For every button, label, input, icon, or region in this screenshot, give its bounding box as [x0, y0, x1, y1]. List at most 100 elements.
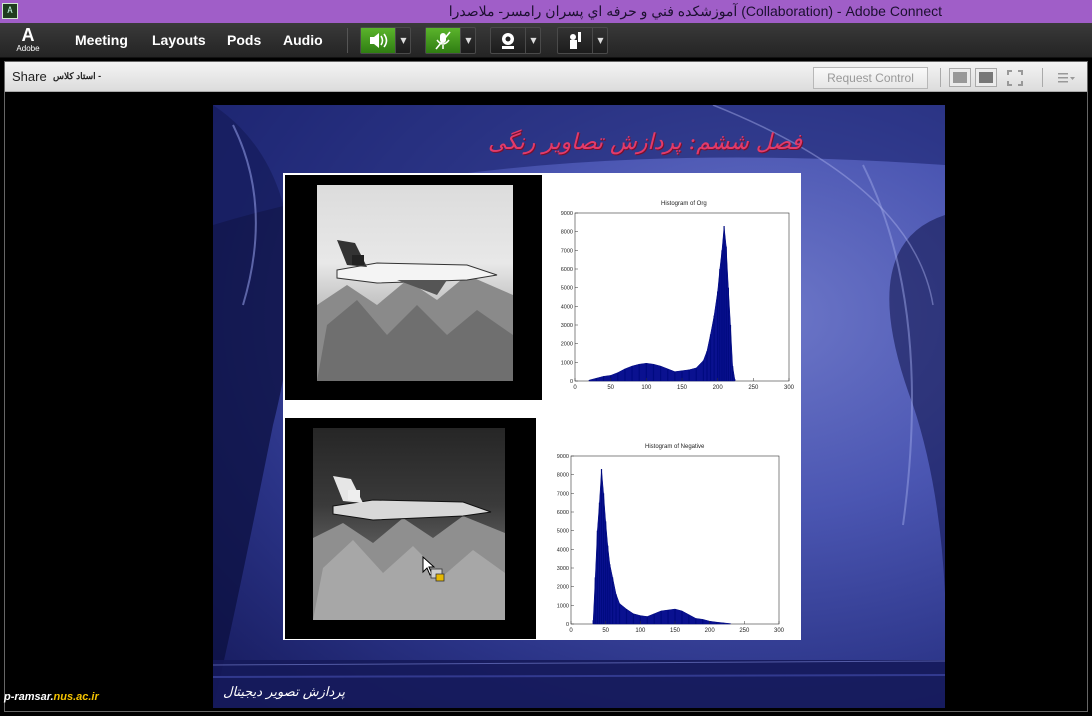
y-tick-label: 1000 — [557, 603, 569, 609]
webcam-button[interactable] — [491, 28, 525, 53]
y-tick-label: 6000 — [557, 510, 569, 516]
x-tick-label: 100 — [641, 385, 652, 391]
slide-title: فصل ششم: پردازش تصاویر رنگی — [488, 130, 803, 155]
histogram-bar — [702, 619, 704, 624]
histogram-bar — [607, 545, 609, 624]
x-tick-label: 50 — [607, 385, 614, 391]
speaker-button[interactable] — [361, 28, 395, 53]
adobe-connect-icon[interactable]: A — [2, 3, 18, 19]
menu-meeting[interactable]: Meeting — [75, 32, 128, 48]
microphone-button[interactable] — [426, 28, 460, 53]
histogram-bar — [602, 376, 605, 381]
x-tick-label: 0 — [573, 385, 577, 391]
x-tick-label: 50 — [602, 628, 609, 634]
menu-layouts[interactable]: Layouts — [152, 32, 206, 48]
webcam-dropdown[interactable]: ▼ — [525, 28, 541, 53]
histogram-bar — [729, 325, 732, 381]
histogram-bar — [638, 364, 640, 381]
histogram-bar — [688, 614, 690, 624]
x-tick-label: 300 — [774, 628, 785, 634]
menu-separator — [347, 28, 348, 53]
request-control-button[interactable]: Request Control — [813, 67, 928, 89]
y-tick-label: 4000 — [557, 547, 569, 553]
actual-size-glyph — [979, 72, 993, 83]
webcam-control[interactable]: ▼ — [490, 27, 541, 54]
menu-audio[interactable]: Audio — [283, 32, 323, 48]
y-tick-label: 5000 — [557, 529, 569, 535]
x-tick-label: 200 — [713, 385, 724, 391]
speaker-dropdown[interactable]: ▼ — [395, 28, 411, 53]
shared-slide: فصل ششم: پردازش تصاویر رنگی Histogram of… — [213, 105, 945, 708]
histogram-bar — [719, 269, 721, 381]
histogram-bar — [732, 366, 734, 381]
actual-size-icon[interactable] — [975, 68, 997, 87]
histogram-org-title: Histogram of Org — [661, 201, 707, 207]
histogram-bar — [706, 351, 708, 381]
histogram-bar — [595, 378, 597, 381]
x-tick-label: 200 — [705, 628, 716, 634]
fit-to-window-glyph — [953, 72, 967, 83]
histogram-bar — [617, 372, 619, 381]
histogram-bar — [695, 367, 697, 381]
status-dropdown[interactable]: ▼ — [592, 28, 608, 53]
x-tick-label: 250 — [748, 385, 759, 391]
histogram-bar — [717, 291, 719, 381]
microphone-dropdown[interactable]: ▼ — [460, 28, 476, 53]
histogram-bar — [598, 502, 601, 624]
histogram-bar — [624, 368, 626, 381]
adobe-logo-text: Adobe — [16, 44, 40, 53]
watermark-domain: nus.ac.ir — [53, 691, 99, 703]
histogram-bar — [612, 577, 614, 624]
histogram-bar — [695, 618, 697, 624]
negative-image-art — [313, 476, 505, 620]
histogram-bar — [625, 609, 628, 624]
presenter-cursor-icon — [422, 556, 445, 582]
status-control[interactable]: ▼ — [557, 27, 608, 54]
negative-image-frame — [285, 418, 536, 639]
plot-frame — [574, 212, 790, 382]
y-tick-label: 0 — [570, 379, 573, 385]
histogram-bar — [602, 493, 605, 624]
histogram-bar — [734, 379, 736, 381]
menu-pods[interactable]: Pods — [227, 32, 261, 48]
histogram-bar — [723, 226, 725, 381]
x-tick-label: 150 — [670, 628, 681, 634]
speaker-control[interactable]: ▼ — [360, 27, 411, 54]
histogram-negative-chart: Histogram of Negative 0 50 100 150 200 250 300… — [545, 438, 799, 638]
fit-to-window-icon[interactable] — [949, 68, 971, 87]
share-pod-header: Share استاد کلاس - Request Control — [5, 62, 1087, 92]
microphone-control[interactable]: ▼ — [425, 27, 476, 54]
histogram-org-chart: Histogram of Org 0 50 100 150 200 250 300 0 1000… — [545, 193, 799, 393]
site-watermark: p-ramsar.nus.ac.ir — [4, 691, 99, 703]
window-titlebar: A آموزشکده فني و حرفه اي پسران رامسر- مل… — [0, 0, 1092, 23]
histogram-bar — [588, 380, 590, 381]
histogram-bar — [609, 564, 611, 624]
histogram-bar — [725, 246, 727, 381]
histogram-bar — [594, 577, 596, 624]
histogram-bar — [722, 622, 725, 624]
pod-title: Share — [12, 69, 47, 84]
histogram-bar — [596, 530, 598, 624]
histogram-negative-title: Histogram of Negative — [645, 444, 705, 450]
content-panel: Histogram of Org 0 50 100 150 200 250 300 0 1000… — [283, 173, 801, 640]
y-tick-label: 7000 — [557, 491, 569, 497]
histogram-bar — [727, 287, 729, 381]
raise-hand-icon — [570, 32, 581, 49]
presenter-name: استاد کلاس - — [53, 71, 102, 81]
adobe-logo-mark: A — [21, 25, 35, 45]
y-tick-label: 9000 — [561, 211, 573, 217]
y-tick-label: 9000 — [557, 454, 569, 460]
slide-footer: پردازش تصویر دیجیتال — [223, 685, 346, 700]
histogram-bar — [652, 364, 655, 381]
original-image-art — [317, 240, 513, 381]
histogram-bar — [667, 610, 669, 624]
webcam-icon — [502, 33, 514, 49]
x-tick-label: 0 — [569, 628, 573, 634]
pod-menu-icon[interactable] — [1056, 71, 1076, 85]
histogram-bar — [716, 622, 718, 624]
fullscreen-icon[interactable] — [1006, 69, 1024, 87]
y-tick-label: 8000 — [561, 230, 573, 236]
histogram-bar — [646, 616, 648, 624]
raise-hand-button[interactable] — [558, 28, 592, 53]
histogram-bar — [660, 366, 662, 381]
